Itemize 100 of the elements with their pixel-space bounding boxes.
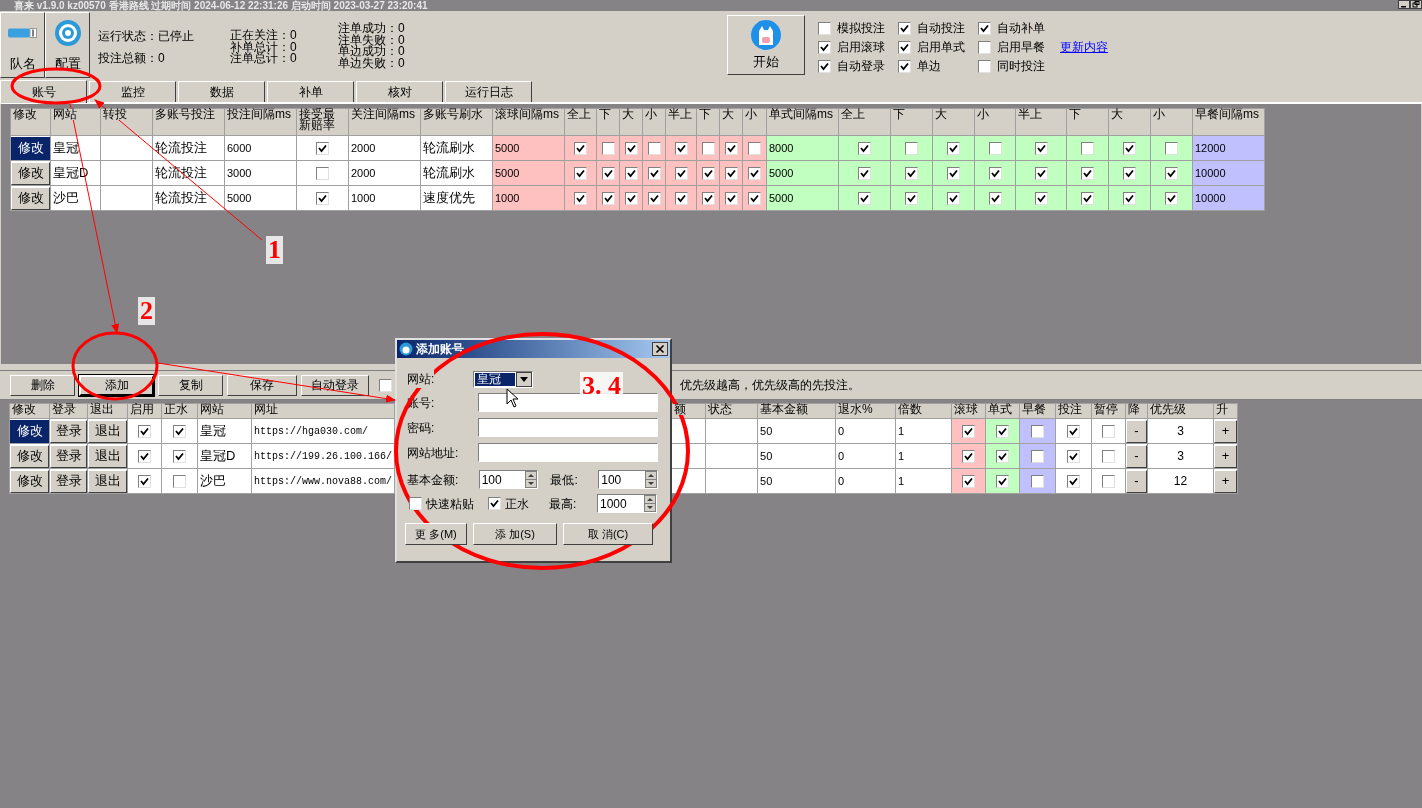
row-button[interactable]: 登录	[50, 469, 87, 493]
checkbox[interactable]	[488, 497, 501, 510]
row-button[interactable]: 退出	[88, 419, 127, 443]
checkbox[interactable]	[574, 141, 587, 155]
checkbox[interactable]	[724, 141, 738, 155]
checkbox[interactable]	[173, 449, 186, 463]
checkbox[interactable]	[601, 141, 615, 155]
checkbox[interactable]	[858, 141, 871, 155]
row-button[interactable]: 登录	[50, 444, 87, 468]
checkbox[interactable]	[701, 191, 715, 205]
checkbox[interactable]	[138, 474, 151, 488]
checkbox[interactable]	[379, 378, 392, 392]
checkbox[interactable]	[978, 21, 991, 35]
step-button[interactable]: -	[1126, 444, 1148, 468]
checkbox[interactable]	[674, 166, 688, 180]
checkbox[interactable]	[1034, 141, 1048, 155]
checkbox[interactable]	[962, 424, 976, 438]
checkbox[interactable]	[988, 191, 1002, 205]
row-button[interactable]: 登录	[50, 419, 87, 443]
checkbox[interactable]	[647, 191, 661, 205]
checkbox[interactable]	[818, 40, 831, 54]
tab[interactable]: 核对	[356, 81, 443, 102]
checkbox[interactable]	[1165, 166, 1178, 180]
checkbox[interactable]	[647, 141, 661, 155]
checkbox[interactable]	[905, 166, 918, 180]
checkbox[interactable]	[1123, 141, 1136, 155]
checkbox[interactable]	[858, 191, 871, 205]
checkbox[interactable]	[624, 191, 638, 205]
checkbox[interactable]	[409, 497, 422, 510]
checkbox[interactable]	[978, 40, 991, 54]
row-button[interactable]: 退出	[88, 444, 127, 468]
checkbox[interactable]	[1081, 141, 1094, 155]
edit-button[interactable]: 修改	[11, 136, 50, 160]
checkbox[interactable]	[898, 59, 911, 73]
tab[interactable]: 运行日志	[445, 81, 532, 102]
step-button[interactable]: +	[1214, 419, 1238, 443]
edit-button[interactable]: 修改	[11, 186, 50, 210]
checkbox[interactable]	[1102, 474, 1116, 488]
checkbox[interactable]	[674, 141, 688, 155]
checkbox[interactable]	[1102, 424, 1116, 438]
checkbox[interactable]	[978, 59, 991, 73]
checkbox[interactable]	[601, 191, 615, 205]
checkbox[interactable]	[1067, 474, 1081, 488]
toolbar-button[interactable]: 保存	[227, 374, 297, 396]
restore-button[interactable]	[1410, 0, 1422, 9]
checkbox[interactable]	[905, 141, 918, 155]
checkbox[interactable]	[905, 191, 918, 205]
tab[interactable]: 补单	[267, 81, 354, 102]
checkbox[interactable]	[858, 166, 871, 180]
toolbar-button[interactable]: 队名	[0, 12, 45, 78]
checkbox[interactable]	[748, 191, 761, 205]
checkbox[interactable]	[574, 166, 587, 180]
checkbox[interactable]	[1031, 474, 1045, 488]
checkbox[interactable]	[724, 166, 738, 180]
dialog-button[interactable]: 更 多(M)	[405, 523, 467, 545]
checkbox[interactable]	[1081, 166, 1094, 180]
checkbox[interactable]	[1102, 449, 1116, 463]
checkbox[interactable]	[748, 141, 761, 155]
site-dropdown[interactable]: 皇冠	[473, 370, 534, 388]
input-field[interactable]	[478, 418, 658, 437]
checkbox[interactable]	[574, 191, 587, 205]
close-button[interactable]	[652, 342, 668, 356]
checkbox[interactable]	[624, 141, 638, 155]
checkbox[interactable]	[996, 424, 1010, 438]
spinner-arrows-icon[interactable]	[525, 471, 538, 488]
checkbox[interactable]	[996, 449, 1010, 463]
tab[interactable]: 数据	[178, 81, 265, 102]
checkbox[interactable]	[1034, 191, 1048, 205]
update-link[interactable]: 更新内容	[1060, 38, 1108, 56]
row-button[interactable]: 退出	[88, 469, 127, 493]
checkbox[interactable]	[701, 166, 715, 180]
start-button[interactable]: 开始	[727, 15, 805, 75]
checkbox[interactable]	[674, 191, 688, 205]
checkbox[interactable]	[1165, 191, 1178, 205]
toolbar-button[interactable]: 添加	[79, 374, 154, 396]
checkbox[interactable]	[748, 166, 761, 180]
checkbox[interactable]	[316, 141, 329, 155]
checkbox[interactable]	[701, 141, 715, 155]
checkbox[interactable]	[947, 166, 960, 180]
toolbar-button[interactable]: 复制	[158, 374, 223, 396]
checkbox[interactable]	[898, 40, 911, 54]
checkbox[interactable]	[724, 191, 738, 205]
checkbox[interactable]	[1123, 166, 1136, 180]
dialog-button[interactable]: 取 消(C)	[563, 523, 653, 545]
checkbox[interactable]	[818, 21, 831, 35]
checkbox[interactable]	[173, 424, 186, 438]
checkbox[interactable]	[1123, 191, 1136, 205]
checkbox[interactable]	[173, 474, 186, 488]
step-button[interactable]: -	[1126, 419, 1148, 443]
checkbox[interactable]	[1031, 449, 1045, 463]
edit-button[interactable]: 修改	[10, 419, 49, 443]
spinner-arrows-icon[interactable]	[645, 471, 657, 488]
checkbox[interactable]	[962, 474, 976, 488]
checkbox[interactable]	[1165, 141, 1178, 155]
checkbox[interactable]	[601, 166, 615, 180]
spinner-arrows-icon[interactable]	[644, 495, 656, 512]
edit-button[interactable]: 修改	[10, 444, 49, 468]
checkbox[interactable]	[138, 424, 151, 438]
checkbox[interactable]	[1067, 424, 1081, 438]
checkbox[interactable]	[898, 21, 911, 35]
